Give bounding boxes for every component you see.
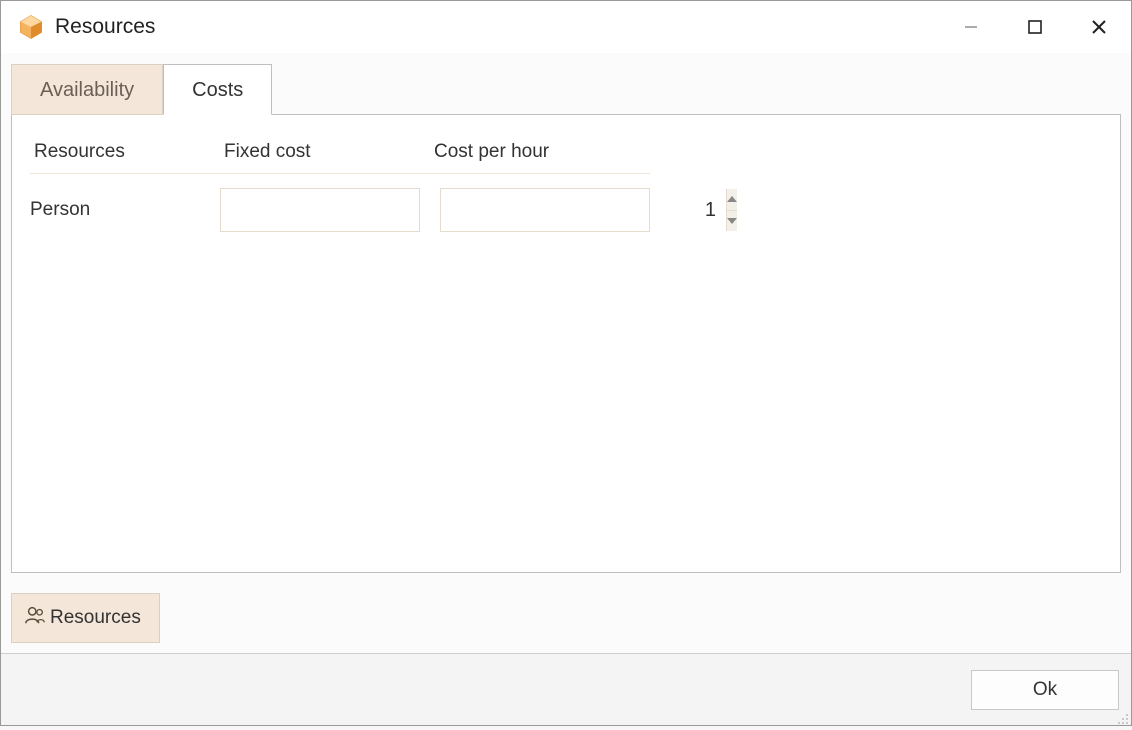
- row-resource-name: Person: [30, 199, 220, 221]
- person-icon: [24, 604, 46, 632]
- maximize-button[interactable]: [1003, 1, 1067, 53]
- tab-costs[interactable]: Costs: [163, 64, 272, 115]
- cost-per-hour-increment[interactable]: [727, 189, 737, 211]
- maximize-icon: [1027, 19, 1043, 35]
- chevron-up-icon: [727, 196, 737, 202]
- tab-availability-label: Availability: [40, 79, 134, 101]
- column-header-cost-per-hour: Cost per hour: [430, 133, 650, 174]
- resources-button-label: Resources: [50, 607, 141, 629]
- chevron-down-icon: [727, 218, 737, 224]
- table-row: Person: [30, 188, 1102, 232]
- client-area: Availability Costs Resources Fixed cost …: [1, 53, 1131, 653]
- close-icon: [1090, 18, 1108, 36]
- tab-availability[interactable]: Availability: [11, 64, 163, 115]
- cost-per-hour-input[interactable]: [441, 189, 726, 231]
- app-icon: [17, 13, 45, 41]
- tab-costs-label: Costs: [192, 79, 243, 101]
- minimize-button[interactable]: [939, 1, 1003, 53]
- cost-per-hour-decrement[interactable]: [727, 211, 737, 232]
- ok-button[interactable]: Ok: [971, 670, 1119, 710]
- tab-panel-costs: Resources Fixed cost Cost per hour Perso…: [11, 114, 1121, 573]
- window: Resources Availability: [0, 0, 1132, 726]
- column-header-resources: Resources: [30, 133, 220, 174]
- cost-per-hour-spinner: [440, 188, 650, 232]
- fixed-cost-spinner: [220, 188, 420, 232]
- titlebar: Resources: [1, 1, 1131, 53]
- close-button[interactable]: [1067, 1, 1131, 53]
- cost-per-hour-spinner-buttons: [726, 189, 737, 231]
- window-title: Resources: [55, 15, 155, 39]
- ok-button-label: Ok: [1033, 679, 1057, 701]
- resources-button[interactable]: Resources: [11, 593, 160, 643]
- below-panel: Resources: [11, 593, 1121, 643]
- bottom-bar: Ok: [1, 653, 1131, 725]
- tabs-row: Availability Costs: [11, 64, 1121, 115]
- grid-header: Resources Fixed cost Cost per hour: [30, 133, 1102, 174]
- window-controls: [939, 1, 1131, 53]
- column-header-fixed-cost: Fixed cost: [220, 133, 430, 174]
- minimize-icon: [963, 19, 979, 35]
- resize-grip-icon[interactable]: [1115, 709, 1129, 723]
